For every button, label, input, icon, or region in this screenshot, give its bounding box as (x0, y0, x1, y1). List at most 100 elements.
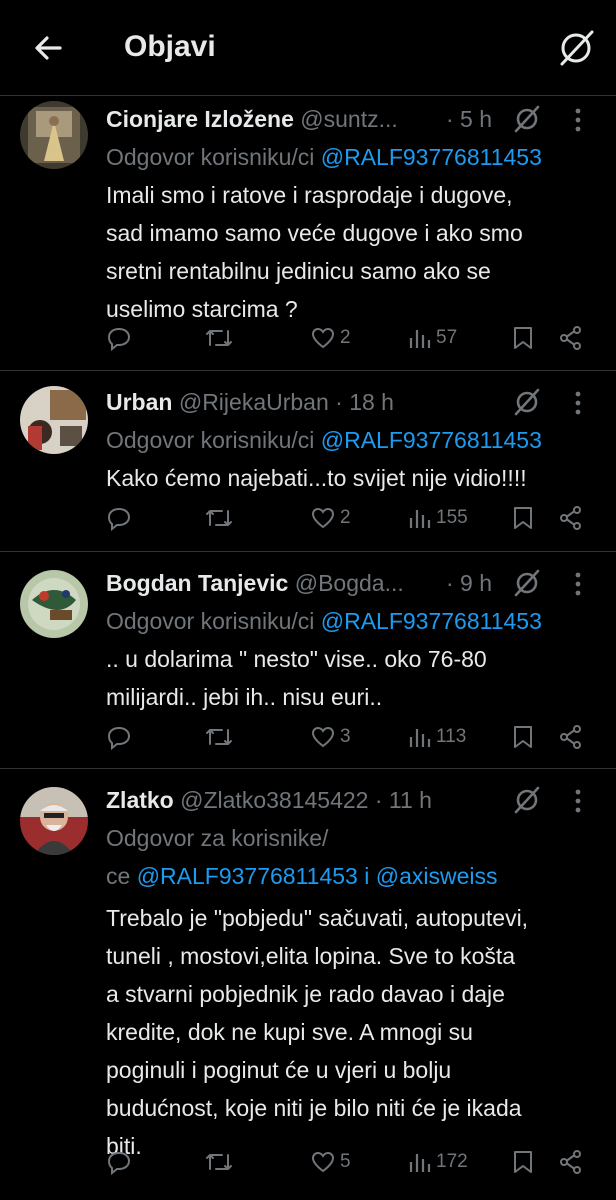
tweet-text-line: a stvarni pobjednik je rado davao i daje (106, 981, 505, 1007)
like-count: 3 (340, 726, 351, 747)
avatar[interactable] (20, 787, 88, 855)
like-button[interactable]: 3 (310, 720, 351, 754)
views-button[interactable]: 57 (408, 321, 457, 355)
bookmark-button[interactable] (512, 501, 534, 535)
views-button[interactable]: 113 (408, 720, 466, 754)
reply-button[interactable] (106, 1145, 132, 1179)
reply-prefix: Odgovor korisniku/ci (106, 144, 315, 170)
tweet-text: .. u dolarima " nesto" vise.. oko 76-80 … (106, 640, 596, 716)
grok-icon[interactable] (512, 104, 542, 134)
reply-mention[interactable]: @RALF93776811453 (321, 144, 542, 170)
share-button[interactable] (558, 501, 584, 535)
author-handle[interactable]: @suntz... (300, 106, 398, 132)
author-handle[interactable]: @Zlatko38145422 (180, 787, 368, 813)
tweet-time[interactable]: · 5 h (446, 100, 492, 138)
like-button[interactable]: 2 (310, 501, 351, 535)
views-button[interactable]: 155 (408, 501, 468, 535)
tweet[interactable]: Cionjare Izložene @suntz... · 5 h Odgovo… (0, 96, 616, 371)
tweet-text: Trebalo je "pobjedu" sačuvati, autoputev… (106, 899, 596, 1165)
more-icon[interactable] (572, 570, 584, 596)
reply-context: Odgovor korisniku/ci @RALF93776811453 (106, 421, 596, 459)
views-count: 172 (436, 1151, 468, 1172)
share-button[interactable] (558, 1145, 584, 1179)
author-name[interactable]: Bogdan Tanjevic (106, 570, 288, 596)
author-name[interactable]: Zlatko (106, 787, 174, 813)
retweet-button[interactable] (204, 720, 234, 754)
retweet-button[interactable] (204, 1145, 234, 1179)
tweet-text-line: kredite, dok ne kupi sve. A mnogi su (106, 1019, 473, 1045)
author-name[interactable]: Cionjare Izložene (106, 106, 294, 132)
grok-icon[interactable] (556, 28, 596, 68)
top-bar: Objavi (0, 0, 616, 96)
tweet-text-line: Kako ćemo najebati...to svijet nije vidi… (106, 465, 527, 491)
share-button[interactable] (558, 720, 584, 754)
more-icon[interactable] (572, 106, 584, 132)
views-icon (409, 1154, 431, 1172)
reply-button[interactable] (106, 321, 132, 355)
tweet-text-line: sad imamo samo veće dugove i ako smo (106, 220, 523, 246)
avatar[interactable] (20, 570, 88, 638)
tweet-header: Zlatko @Zlatko38145422 · 11 h (106, 781, 596, 819)
retweet-icon (206, 1154, 232, 1170)
avatar[interactable] (20, 101, 88, 169)
reply-context: Odgovor korisniku/ci @RALF93776811453 (106, 602, 596, 640)
bookmark-icon (514, 726, 532, 748)
views-button[interactable]: 172 (408, 1145, 468, 1179)
retweet-button[interactable] (204, 321, 234, 355)
author-handle[interactable]: @RijekaUrban (179, 389, 329, 415)
avatar[interactable] (20, 386, 88, 454)
like-count: 2 (340, 327, 351, 348)
bookmark-button[interactable] (512, 321, 534, 355)
reply-button[interactable] (106, 720, 132, 754)
like-count: 5 (340, 1151, 351, 1172)
reply-mention[interactable]: @RALF93776811453 (321, 608, 542, 634)
like-button[interactable]: 5 (310, 1145, 351, 1179)
reply-icon (107, 507, 131, 531)
tweet-header: Bogdan Tanjevic @Bogda... · 9 h (106, 564, 596, 602)
reply-mention[interactable]: @axisweiss (376, 863, 498, 889)
more-icon[interactable] (572, 787, 584, 813)
more-icon[interactable] (572, 389, 584, 415)
bookmark-icon (514, 327, 532, 349)
reply-and: i (364, 863, 370, 889)
tweet[interactable]: Bogdan Tanjevic @Bogda... · 9 h Odgovor … (0, 552, 616, 769)
like-icon (311, 1151, 335, 1173)
tweet-text-line: .. u dolarima " nesto" vise.. oko 76-80 (106, 646, 487, 672)
share-button[interactable] (558, 321, 584, 355)
bookmark-button[interactable] (512, 720, 534, 754)
tweet-actions: 2 57 (106, 321, 596, 355)
reply-icon (107, 726, 131, 750)
like-icon (311, 726, 335, 748)
tweet-header: Urban @RijekaUrban · 18 h (106, 383, 596, 421)
views-count: 113 (436, 726, 467, 747)
reply-button[interactable] (106, 501, 132, 535)
author-handle[interactable]: @Bogda... (295, 570, 404, 596)
like-icon (311, 327, 335, 349)
author-name[interactable]: Urban (106, 389, 172, 415)
tweet-actions: 3 113 (106, 720, 596, 754)
like-button[interactable]: 2 (310, 321, 351, 355)
grok-icon[interactable] (512, 785, 542, 815)
tweet-time[interactable]: · 18 h (335, 389, 394, 415)
grok-icon[interactable] (512, 387, 542, 417)
tweet-text-line: sretni rentabilnu jedinicu samo ako se (106, 258, 491, 284)
grok-icon[interactable] (512, 568, 542, 598)
share-icon (560, 725, 581, 749)
back-arrow-icon[interactable] (30, 30, 66, 66)
tweet[interactable]: Urban @RijekaUrban · 18 h Odgovor korisn… (0, 371, 616, 552)
tweet-time[interactable]: · 9 h (446, 564, 492, 602)
tweet[interactable]: Zlatko @Zlatko38145422 · 11 h Odgovor za… (0, 769, 616, 1200)
retweet-icon (206, 510, 232, 526)
reply-prefix: Odgovor korisniku/ci (106, 427, 315, 453)
share-icon (560, 326, 581, 350)
retweet-button[interactable] (204, 501, 234, 535)
reply-context: Odgovor za korisnike/ ce @RALF9377681145… (106, 819, 596, 895)
views-icon (409, 729, 431, 747)
views-count: 155 (436, 507, 468, 528)
reply-mention[interactable]: @RALF93776811453 (137, 863, 358, 889)
reply-prefix: ce (106, 863, 131, 889)
reply-icon (107, 1151, 131, 1175)
tweet-time[interactable]: · 11 h (375, 787, 432, 813)
reply-mention[interactable]: @RALF93776811453 (321, 427, 542, 453)
bookmark-button[interactable] (512, 1145, 534, 1179)
